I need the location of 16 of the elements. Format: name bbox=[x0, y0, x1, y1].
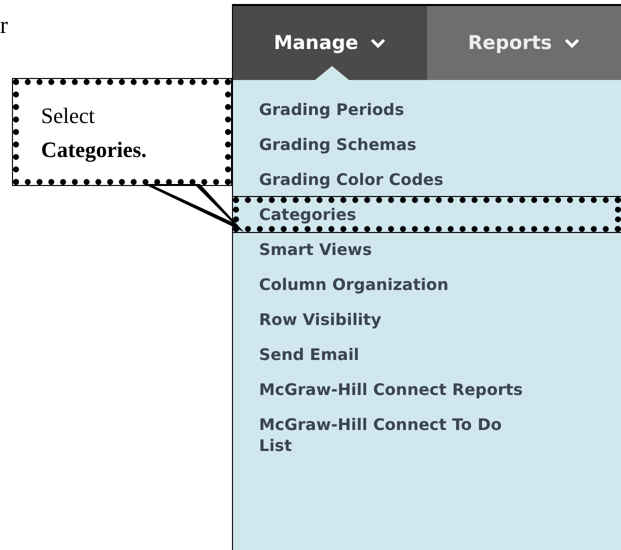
menu-item[interactable]: Send Email bbox=[233, 337, 621, 372]
menu-item[interactable]: McGraw-Hill Connect Reports bbox=[233, 372, 621, 407]
callout-text: Select Categories. bbox=[41, 102, 148, 164]
nav-tab[interactable]: Reports bbox=[427, 6, 621, 80]
menu-item[interactable]: Column Organization bbox=[233, 267, 621, 302]
menu-item[interactable]: Smart Views bbox=[233, 232, 621, 267]
chevron-down-icon bbox=[370, 38, 386, 48]
text-fragment: r bbox=[0, 14, 8, 38]
menu-item[interactable]: Grading Schemas bbox=[233, 127, 621, 162]
menu-item[interactable]: Categories bbox=[233, 197, 621, 232]
chevron-down-icon bbox=[564, 38, 580, 48]
menu-item[interactable]: Grading Periods bbox=[233, 92, 621, 127]
menu-item[interactable]: McGraw-Hill Connect To Do List bbox=[233, 407, 621, 463]
menu-item[interactable]: Row Visibility bbox=[233, 302, 621, 337]
menu-item[interactable]: Grading Color Codes bbox=[233, 162, 621, 197]
nav-tab[interactable]: Manage bbox=[233, 6, 427, 80]
